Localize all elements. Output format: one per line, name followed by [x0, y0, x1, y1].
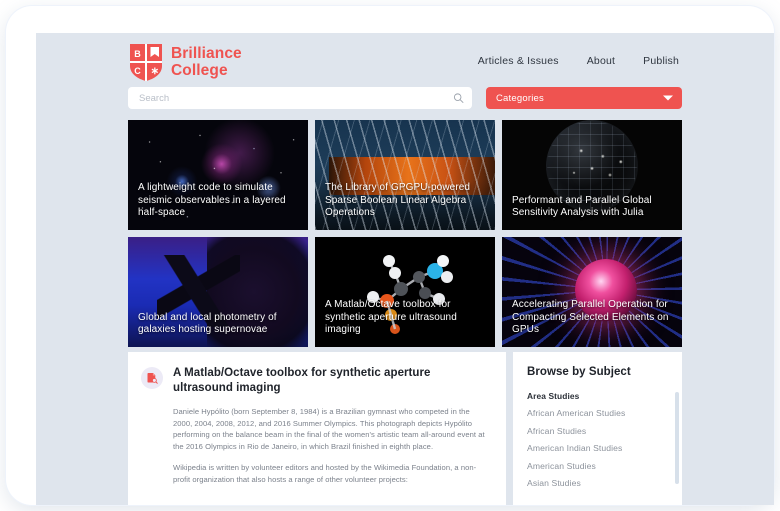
article-card[interactable]: The Library of GPGPU-powered Sparse Bool… [315, 120, 495, 230]
article-paragraph: Wikipedia is written by volunteer editor… [173, 463, 477, 484]
categories-label: Categories [496, 92, 544, 104]
browser-viewport: B C ∗ Brilliance College Articles & Issu… [36, 33, 774, 505]
brand-name-line1: Brilliance [171, 45, 242, 62]
article-card-title: The Library of GPGPU-powered Sparse Bool… [325, 182, 471, 219]
article-card[interactable]: Performant and Parallel Global Sensitivi… [502, 120, 682, 230]
brand-logo[interactable]: B C ∗ Brilliance College [128, 42, 242, 82]
svg-text:C: C [134, 66, 141, 76]
subject-list: Area Studies African American Studies Af… [527, 391, 672, 488]
article-title: A Matlab/Octave toolbox for synthetic ap… [173, 367, 431, 394]
article-card-title: Accelerating Parallel Operation for Comp… [512, 299, 669, 336]
content-section: A Matlab/Octave toolbox for synthetic ap… [128, 352, 682, 505]
svg-text:∗: ∗ [151, 66, 159, 77]
article-card-title: A lightweight code to simulate seismic o… [138, 182, 286, 219]
article-header: A Matlab/Octave toolbox for synthetic ap… [141, 366, 490, 395]
subject-group-heading: Area Studies [527, 391, 580, 401]
featured-article-grid: A lightweight code to simulate seismic o… [128, 120, 682, 347]
nav-item-articles-and-issues[interactable]: Articles & Issues [478, 55, 559, 67]
search-box[interactable] [128, 87, 472, 109]
article-paragraph: Daniele Hypólito (born September 8, 1984… [173, 407, 485, 451]
subject-item-african-american-studies[interactable]: African American Studies [527, 408, 672, 418]
subject-item-african-studies[interactable]: African Studies [527, 426, 672, 436]
subject-panel-scrollbar[interactable] [675, 392, 679, 484]
brand-name-line2: College [171, 62, 228, 79]
document-search-icon [141, 367, 163, 389]
article-card-title: Global and local photometry of galaxies … [138, 311, 277, 336]
document-search-glyph [147, 373, 158, 384]
search-input[interactable] [128, 87, 472, 109]
article-body: Daniele Hypólito (born September 8, 1984… [141, 406, 490, 486]
subject-panel-title: Browse by Subject [527, 366, 631, 378]
article-card[interactable]: A lightweight code to simulate seismic o… [128, 120, 308, 230]
site-header: B C ∗ Brilliance College Articles & Issu… [36, 33, 774, 109]
article-card-title: Performant and Parallel Global Sensitivi… [512, 194, 652, 219]
shield-logo-icon: B C ∗ [130, 44, 162, 81]
svg-text:B: B [134, 49, 141, 59]
search-row: Categories [128, 87, 682, 109]
nav-item-about[interactable]: About [587, 55, 615, 67]
article-card[interactable]: Accelerating Parallel Operation for Comp… [502, 237, 682, 347]
categories-dropdown[interactable]: Categories [486, 87, 682, 109]
nav-item-publish[interactable]: Publish [643, 55, 679, 67]
browse-by-subject-panel: Browse by Subject Area Studies African A… [513, 352, 682, 505]
chevron-down-icon [663, 95, 673, 101]
subject-item-american-indian-studies[interactable]: American Indian Studies [527, 443, 672, 453]
subject-item-american-studies[interactable]: American Studies [527, 461, 672, 471]
main-navigation: Articles & Issues About Publish [478, 55, 679, 67]
article-detail-panel: A Matlab/Octave toolbox for synthetic ap… [128, 352, 506, 505]
article-card-title: A Matlab/Octave toolbox for synthetic ap… [325, 299, 457, 336]
device-frame: B C ∗ Brilliance College Articles & Issu… [6, 6, 774, 505]
subject-item-asian-studies[interactable]: Asian Studies [527, 478, 672, 488]
article-card[interactable]: A Matlab/Octave toolbox for synthetic ap… [315, 237, 495, 347]
article-card[interactable]: Global and local photometry of galaxies … [128, 237, 308, 347]
brand-name: Brilliance College [171, 45, 242, 79]
